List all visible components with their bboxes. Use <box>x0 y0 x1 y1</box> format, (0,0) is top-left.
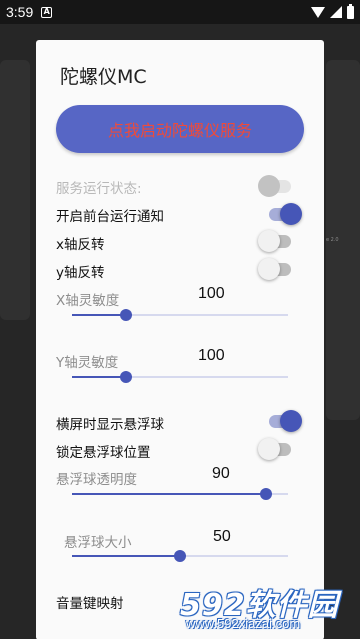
signal-icon <box>330 6 342 18</box>
status-time: 3:59 <box>6 4 34 20</box>
watermark-url: www.592xiazai.com <box>186 616 301 631</box>
y-sensitivity-value: 100 <box>198 347 225 364</box>
float-opacity-slider[interactable] <box>72 486 288 502</box>
float-opacity-label: 悬浮球透明度 <box>56 472 137 488</box>
x-sensitivity-slider-knob[interactable] <box>120 309 132 321</box>
x-sensitivity-slider[interactable] <box>72 307 288 323</box>
start-service-button[interactable]: 点我启动陀螺仪服务 <box>56 105 304 153</box>
dialog-title: 陀螺仪MC <box>60 66 147 88</box>
service-status-label: 服务运行状态: <box>56 181 142 197</box>
y-sensitivity-label: Y轴灵敏度 <box>56 355 119 371</box>
y-invert-label: y轴反转 <box>56 265 105 281</box>
x-sensitivity-label: X轴灵敏度 <box>56 293 120 309</box>
landscape-float-switch[interactable] <box>266 409 302 433</box>
volume-key-label: 音量键映射 <box>56 596 124 612</box>
y-sensitivity-slider[interactable] <box>72 369 288 385</box>
foreground-notify-switch[interactable] <box>266 202 302 226</box>
background-badge: e 2.0 <box>326 237 339 243</box>
landscape-float-label: 横屏时显示悬浮球 <box>56 417 164 433</box>
y-invert-switch[interactable] <box>258 257 294 281</box>
float-size-value: 50 <box>213 528 231 545</box>
x-invert-switch[interactable] <box>258 229 294 253</box>
lock-float-switch[interactable] <box>258 437 294 461</box>
battery-icon <box>347 3 354 19</box>
float-size-slider-knob[interactable] <box>174 550 186 562</box>
background-panel <box>0 60 30 320</box>
y-sensitivity-slider-knob[interactable] <box>120 371 132 383</box>
float-opacity-slider-knob[interactable] <box>260 488 273 500</box>
x-invert-label: x轴反转 <box>56 237 105 253</box>
x-sensitivity-value: 100 <box>198 285 225 302</box>
float-size-slider[interactable] <box>72 548 288 564</box>
notification-a-icon: A <box>41 6 53 18</box>
settings-dialog: 陀螺仪MC 点我启动陀螺仪服务 服务运行状态: 开启前台运行通知 x轴反转 y轴… <box>36 40 324 639</box>
service-status-switch <box>258 174 294 198</box>
status-bar: 3:59 A <box>0 0 360 24</box>
lock-float-label: 锁定悬浮球位置 <box>56 445 151 461</box>
wifi-icon <box>311 6 325 18</box>
foreground-notify-label: 开启前台运行通知 <box>56 209 164 225</box>
float-opacity-value: 90 <box>212 465 230 482</box>
